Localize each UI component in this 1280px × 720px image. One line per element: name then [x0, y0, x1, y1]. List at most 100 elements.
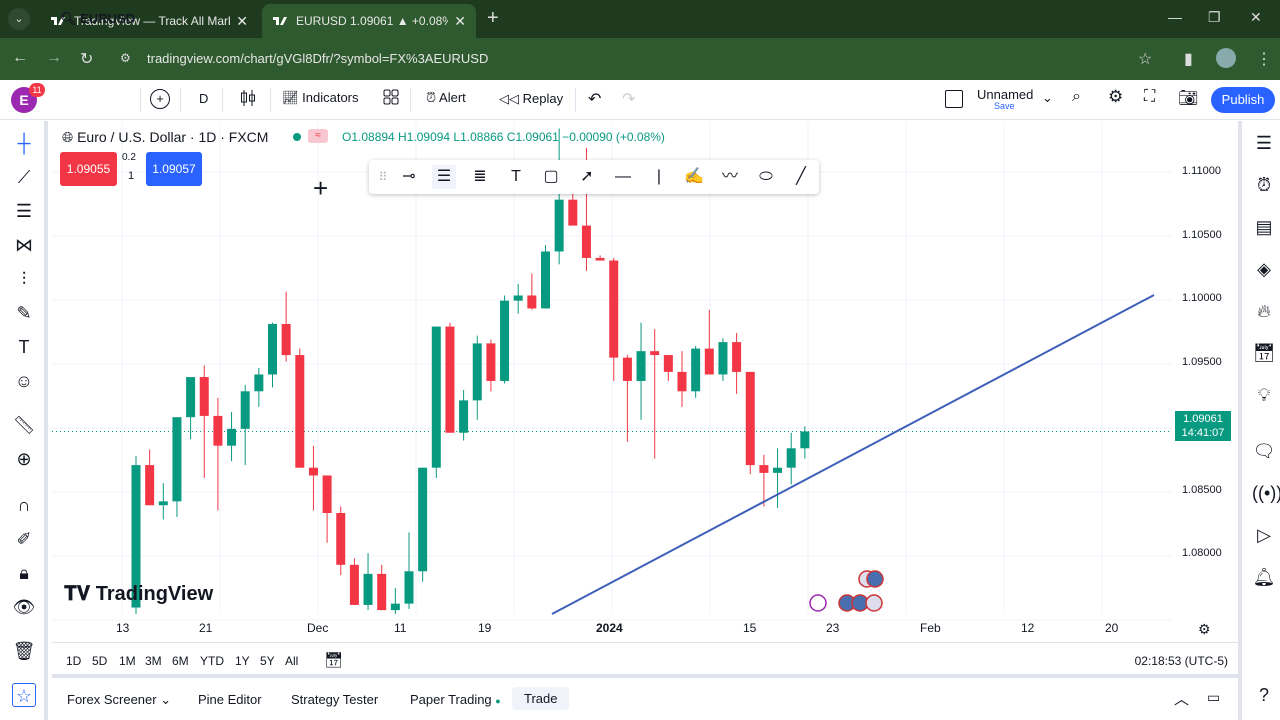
calendar-icon[interactable]: 📅︎: [1252, 341, 1276, 365]
candle-body[interactable]: [431, 326, 441, 468]
browser-menu-icon[interactable]: ⋮: [1256, 49, 1272, 69]
candle-body[interactable]: [650, 351, 660, 356]
compare-add-icon[interactable]: +: [150, 89, 170, 109]
candle-body[interactable]: [349, 564, 359, 605]
candle-body[interactable]: [595, 257, 605, 261]
symbol-search-button[interactable]: 🔍︎ EURUSD: [60, 11, 135, 27]
price-chart[interactable]: [52, 122, 1238, 642]
help-icon[interactable]: ?: [1252, 683, 1276, 707]
candle-body[interactable]: [800, 431, 810, 449]
watchlist-icon[interactable]: ☰: [1252, 131, 1276, 155]
candle-body[interactable]: [568, 199, 578, 226]
back-icon[interactable]: ←: [12, 49, 28, 67]
candle-body[interactable]: [254, 374, 264, 392]
text-tool-icon[interactable]: T: [12, 335, 36, 359]
range-6m[interactable]: 6M: [172, 654, 189, 668]
chart-pane[interactable]: [52, 122, 1238, 642]
horizontal-ray-icon[interactable]: ⊸: [397, 165, 421, 189]
candle-body[interactable]: [390, 603, 400, 611]
candle-body[interactable]: [704, 348, 714, 375]
select-layout-icon[interactable]: [945, 90, 963, 108]
candle-body[interactable]: [445, 326, 455, 433]
vertical-line-icon[interactable]: |: [647, 165, 671, 189]
candle-body[interactable]: [308, 467, 318, 476]
candle-body[interactable]: [541, 251, 550, 309]
candle-body[interactable]: [554, 199, 564, 252]
publish-button[interactable]: Publish: [1211, 87, 1275, 113]
tab-trade[interactable]: Trade: [512, 687, 570, 710]
favorites-star-icon[interactable]: ☆: [12, 683, 36, 707]
candle-body[interactable]: [213, 415, 223, 446]
new-tab-icon[interactable]: +: [487, 8, 499, 28]
timezone-clock[interactable]: 02:18:53 (UTC-5): [1135, 654, 1228, 668]
dividend-event-icon[interactable]: [809, 594, 827, 612]
candle-body[interactable]: [240, 391, 250, 429]
candle-body[interactable]: [336, 513, 346, 565]
range-1y[interactable]: 1Y: [235, 654, 250, 668]
replay-trading-icon[interactable]: ▷: [1252, 523, 1276, 547]
candle-body[interactable]: [418, 467, 428, 572]
restore-icon[interactable]: ❐: [1208, 9, 1221, 26]
layouts-grid-icon[interactable]: [383, 89, 399, 108]
candle-body[interactable]: [513, 295, 523, 301]
candle-body[interactable]: [622, 357, 632, 381]
candle-body[interactable]: [268, 323, 277, 375]
range-all[interactable]: All: [285, 654, 298, 668]
tab-forex-screener[interactable]: Forex Screener ⌄: [67, 692, 171, 708]
tab-strategy-tester[interactable]: Strategy Tester: [291, 692, 378, 707]
zoom-in-icon[interactable]: ⊕: [12, 447, 36, 471]
highlighter-icon[interactable]: ✍: [682, 165, 706, 189]
candle-body[interactable]: [691, 348, 701, 392]
text-icon[interactable]: T: [504, 165, 528, 189]
candles-chart-type-icon[interactable]: [240, 89, 256, 110]
streams-icon[interactable]: ((•)): [1252, 481, 1280, 505]
chat-icon[interactable]: 🗨︎: [1252, 439, 1276, 463]
horizontal-line-icon[interactable]: —: [611, 165, 635, 189]
candle-body[interactable]: [527, 295, 537, 309]
candle-body[interactable]: [186, 377, 196, 418]
candle-body[interactable]: [472, 343, 482, 401]
candle-body[interactable]: [677, 371, 687, 392]
snapshot-camera-icon[interactable]: 📷︎: [1178, 88, 1198, 108]
candle-body[interactable]: [377, 573, 387, 611]
tab-paper-trading[interactable]: Paper Trading ●: [410, 692, 501, 707]
economic-event-icon[interactable]: [865, 594, 883, 612]
bookmark-star-icon[interactable]: ☆: [1138, 49, 1152, 69]
forecasting-icon[interactable]: ⫶: [12, 267, 36, 291]
indicators-button[interactable]: 📈︎ Indicators: [282, 90, 359, 106]
rectangle-icon[interactable]: ▢: [539, 165, 563, 189]
settings-gear-icon[interactable]: ⚙: [1108, 87, 1123, 107]
auto-scale-settings-icon[interactable]: ⚙: [1198, 621, 1211, 638]
candle-body[interactable]: [609, 260, 619, 358]
interval-button[interactable]: D: [199, 91, 208, 106]
undo-icon[interactable]: ↶: [588, 89, 601, 109]
path-icon[interactable]: 〰: [718, 165, 742, 189]
candle-body[interactable]: [459, 400, 469, 433]
tab-search-icon[interactable]: ⌄: [8, 8, 30, 30]
tab-pine-editor[interactable]: Pine Editor: [198, 692, 262, 707]
hotlists-fire-icon[interactable]: 🔥︎: [1252, 299, 1276, 323]
buy-button[interactable]: 1.09057: [146, 152, 202, 186]
brush-icon[interactable]: ✎: [12, 301, 36, 325]
fib-retracement-icon[interactable]: ☰: [12, 199, 36, 223]
candle-body[interactable]: [786, 448, 796, 468]
candle-body[interactable]: [363, 573, 373, 605]
parallel-channel-icon[interactable]: ☰: [432, 165, 456, 189]
replay-button[interactable]: ◁◁ Replay: [499, 91, 563, 107]
candle-body[interactable]: [718, 342, 728, 375]
alerts-clock-icon[interactable]: ⏰︎: [1252, 173, 1276, 197]
stay-in-drawing-mode-icon[interactable]: ✐: [12, 527, 36, 551]
ray-icon[interactable]: ╱: [789, 165, 813, 189]
candle-body[interactable]: [199, 377, 209, 416]
hide-drawings-eye-icon[interactable]: 👁︎: [12, 595, 36, 619]
candle-body[interactable]: [486, 343, 496, 381]
candle-body[interactable]: [281, 323, 291, 356]
redo-icon[interactable]: ↷: [622, 89, 635, 109]
patterns-icon[interactable]: ⋈: [12, 233, 36, 257]
drag-handle-icon[interactable]: ⠿: [371, 165, 395, 189]
layout-name[interactable]: Unnamed: [977, 87, 1033, 102]
emoji-icon[interactable]: ☺: [12, 369, 36, 393]
close-tab-icon[interactable]: ✕: [454, 13, 466, 30]
range-1m[interactable]: 1M: [119, 654, 136, 668]
candle-body[interactable]: [636, 351, 646, 381]
